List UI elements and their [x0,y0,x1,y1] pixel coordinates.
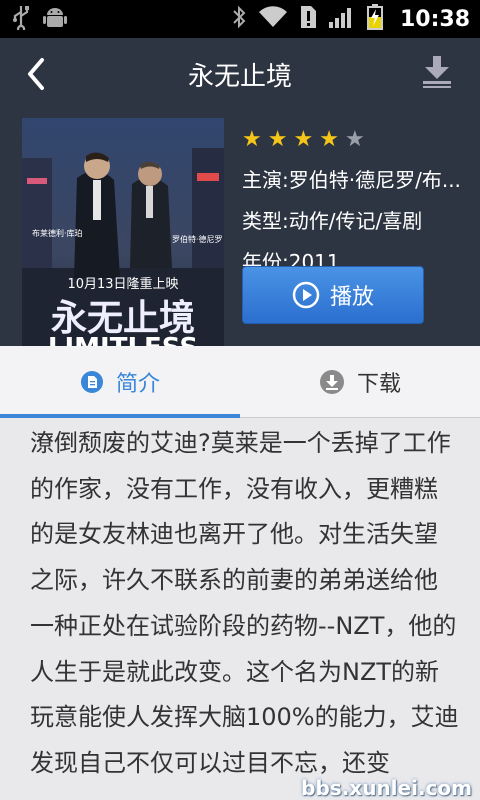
wifi-icon [258,5,288,33]
synopsis-text: 潦倒颓废的艾迪?莫莱是一个丢掉了工作的作家，没有工作，没有收入，更糟糕的是女友林… [30,429,459,777]
cast-text: 主演:罗伯特·德尼罗/布... [242,168,461,192]
poster-actor1: 布莱德利·库珀 [32,228,83,238]
movie-poster[interactable]: 布莱德利·库珀 罗伯特·德尼罗 10月13日隆重上映 永无止境 LIMITLES… [22,118,224,346]
star-icon: ★ [319,127,339,152]
download-icon [423,56,451,88]
genre-text: 类型:动作/传记/喜剧 [242,209,423,233]
poster-actor2: 罗伯特·德尼罗 [172,234,223,244]
synopsis-panel: 潦倒颓废的艾迪?莫莱是一个丢掉了工作的作家，没有工作，没有收入，更糟糕的是女友林… [30,418,460,800]
tab-synopsis-label: 简介 [115,372,160,397]
watermark-text: bbs.xunlei.com [301,776,472,800]
poster-image: 布莱德利·库珀 罗伯特·德尼罗 10月13日隆重上映 永无止境 LIMITLES… [22,118,224,346]
page-title: 永无止境 [187,62,292,92]
battery-charging-icon [366,3,384,35]
star-icon: ★ [293,127,314,152]
poster-release: 10月13日隆重上映 [67,276,178,292]
download-circle-icon [319,370,344,394]
tab-download-label: 下载 [356,372,401,397]
star-icon: ★ [242,127,262,152]
tab-synopsis[interactable]: 简介 [0,346,240,418]
usb-icon [10,4,32,34]
star-empty-icon: ★ [344,127,365,152]
android-debug-icon [42,4,68,34]
rating-stars: ★ ★ ★ ★ ★ [242,128,474,152]
sim-alert-icon [298,4,318,34]
poster-title-en: LIMITLESS [48,333,198,346]
tab-bar: 简介 下载 [0,346,480,418]
status-right: 10:38 [230,3,470,35]
signal-icon [328,4,356,34]
status-bar: 10:38 [0,0,480,38]
star-icon: ★ [267,127,288,152]
status-left [10,4,68,34]
bluetooth-icon [230,4,248,34]
movie-hero: 布莱德利·库珀 罗伯特·德尼罗 10月13日隆重上映 永无止境 LIMITLES… [0,108,480,346]
download-button[interactable] [420,54,454,90]
status-time: 10:38 [399,6,470,32]
play-label: 播放 [329,285,374,310]
play-circle-icon [292,281,320,309]
tab-download[interactable]: 下载 [240,346,480,418]
movie-info: ★ ★ ★ ★ ★ 主演:罗伯特·德尼罗/布... 类型:动作/传记/喜剧 年份… [242,128,474,324]
play-button[interactable]: 播放 [242,266,424,324]
app-header: 永无止境 [0,38,480,108]
document-icon [80,371,103,393]
